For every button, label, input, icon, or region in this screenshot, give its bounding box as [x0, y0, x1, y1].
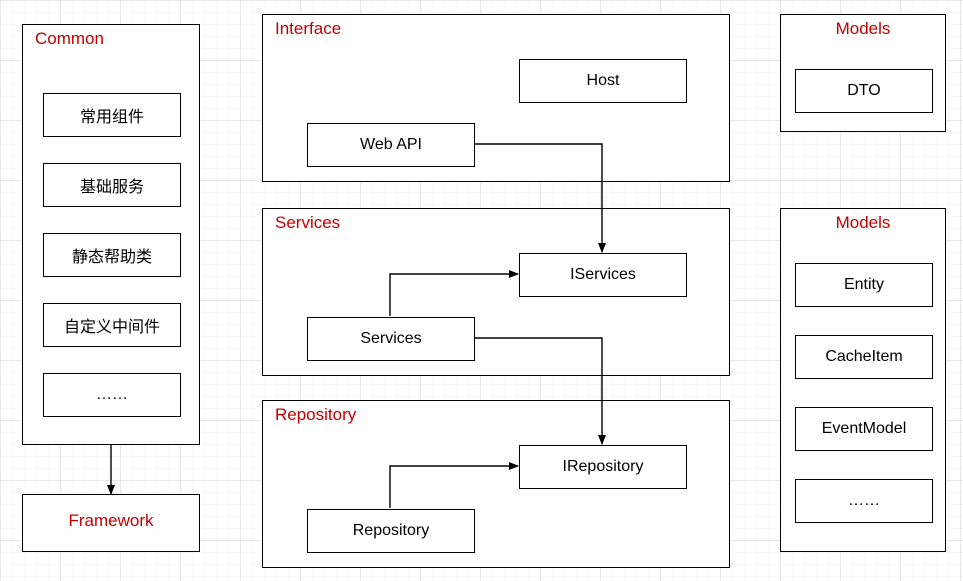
group-framework: Framework: [22, 494, 200, 552]
box-iservices: IServices: [519, 253, 687, 297]
group-title-interface: Interface: [275, 19, 341, 39]
box-common-item-3: 自定义中间件: [43, 303, 181, 347]
group-title-services: Services: [275, 213, 340, 233]
box-models-ellipsis: ……: [795, 479, 933, 523]
box-common-item-4: ……: [43, 373, 181, 417]
group-title-framework: Framework: [23, 511, 199, 531]
box-services: Services: [307, 317, 475, 361]
box-host: Host: [519, 59, 687, 103]
diagram-stage: Common 常用组件 基础服务 静态帮助类 自定义中间件 …… Framewo…: [0, 0, 963, 581]
box-common-item-0: 常用组件: [43, 93, 181, 137]
box-cacheitem: CacheItem: [795, 335, 933, 379]
group-title-models-top: Models: [781, 19, 945, 39]
group-interface: Interface Host Web API: [262, 14, 730, 182]
group-repository: Repository IRepository Repository: [262, 400, 730, 568]
box-irepository: IRepository: [519, 445, 687, 489]
group-services: Services IServices Services: [262, 208, 730, 376]
group-title-common: Common: [35, 29, 104, 49]
group-title-models-bottom: Models: [781, 213, 945, 233]
box-webapi: Web API: [307, 123, 475, 167]
box-dto: DTO: [795, 69, 933, 113]
box-eventmodel: EventModel: [795, 407, 933, 451]
box-common-item-1: 基础服务: [43, 163, 181, 207]
group-title-repository: Repository: [275, 405, 356, 425]
box-entity: Entity: [795, 263, 933, 307]
box-common-item-2: 静态帮助类: [43, 233, 181, 277]
group-common: Common 常用组件 基础服务 静态帮助类 自定义中间件 ……: [22, 24, 200, 445]
group-models-top: Models DTO: [780, 14, 946, 132]
box-repository: Repository: [307, 509, 475, 553]
group-models-bottom: Models Entity CacheItem EventModel ……: [780, 208, 946, 552]
